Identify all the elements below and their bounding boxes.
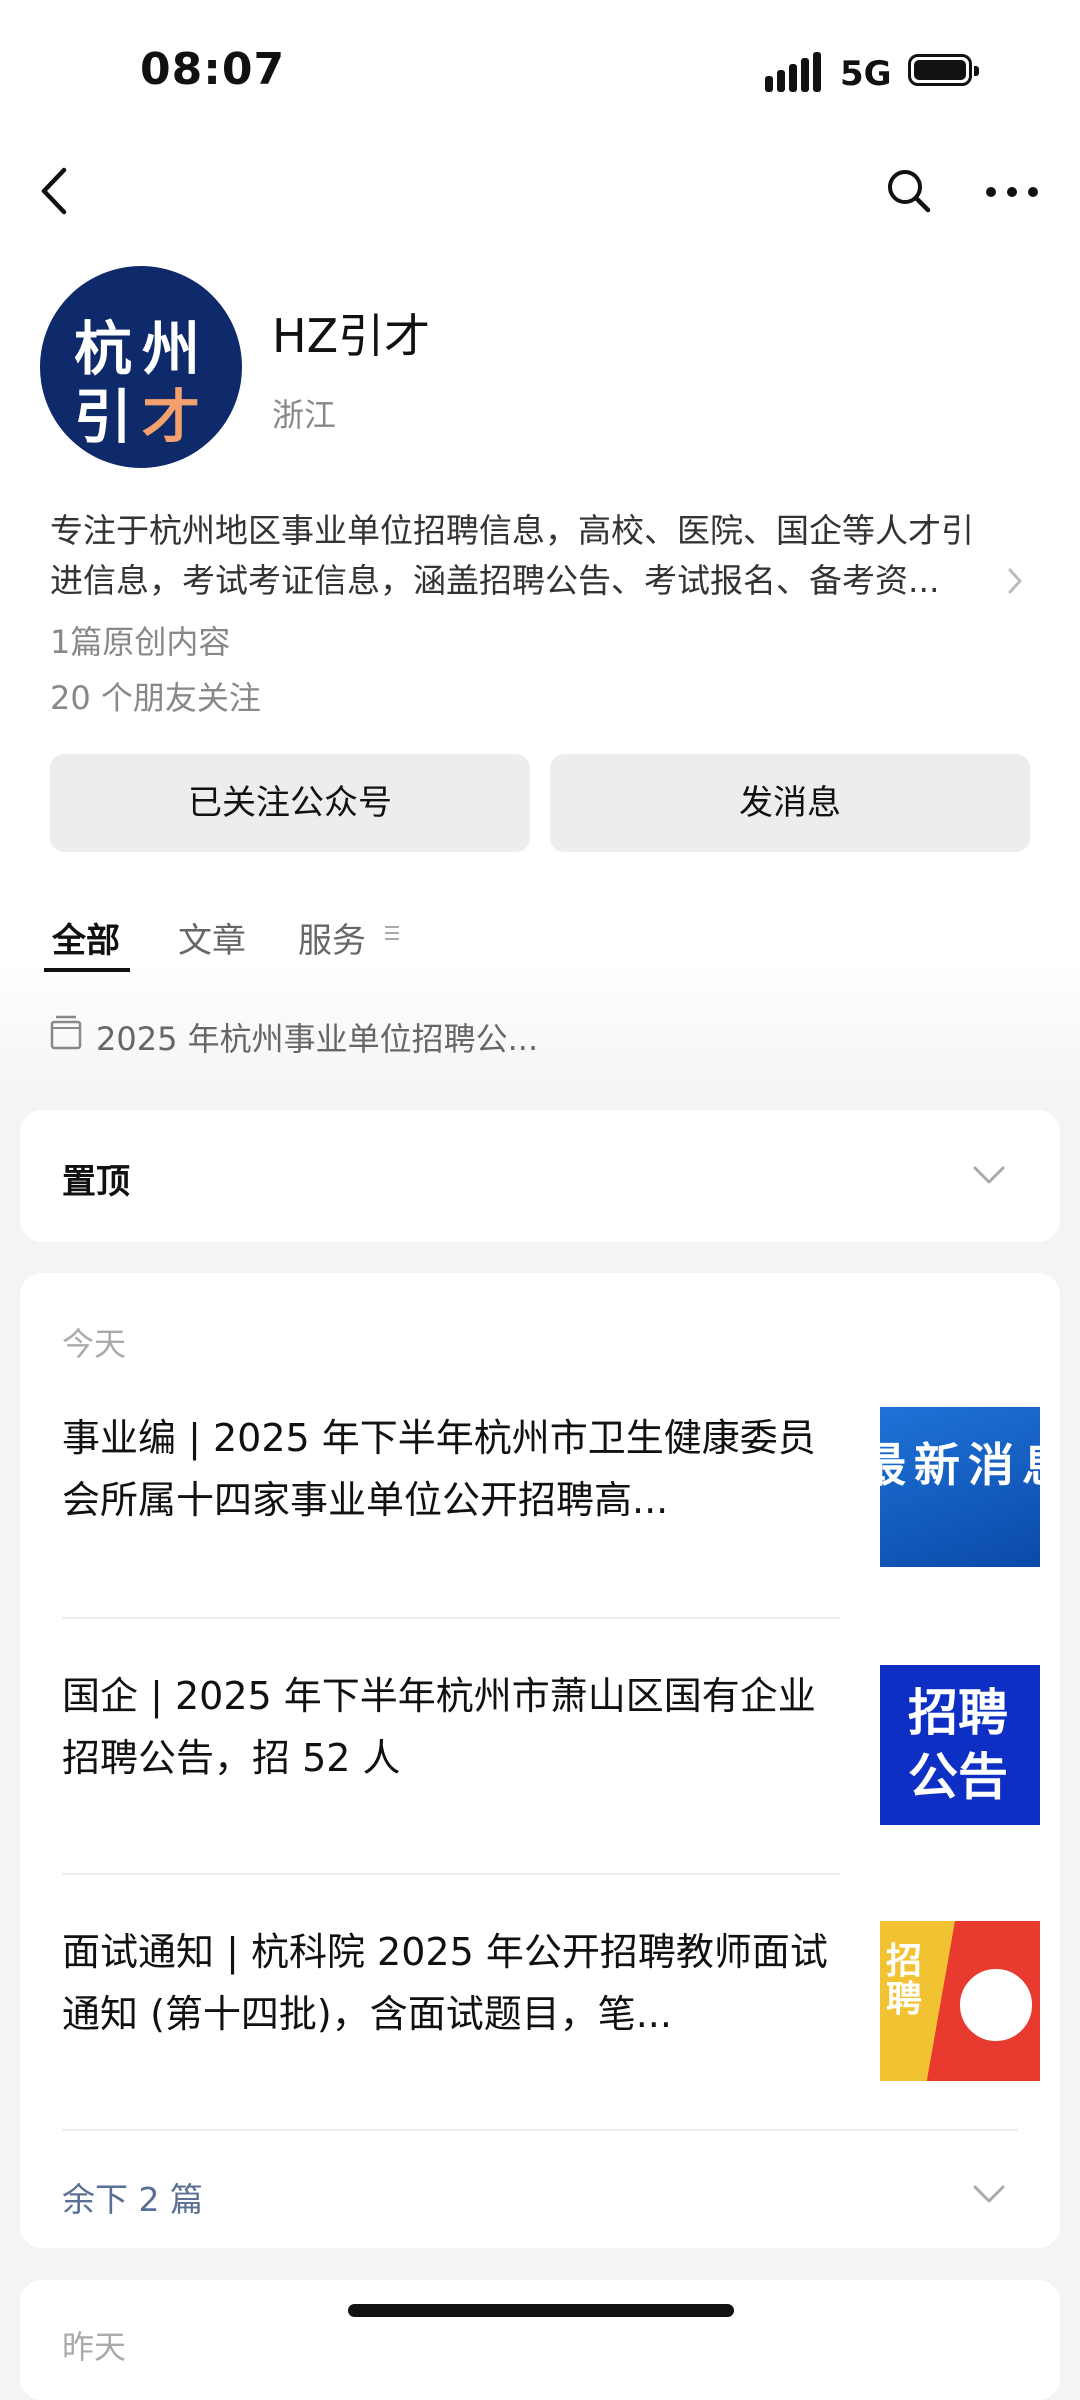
battery-icon <box>908 54 979 86</box>
article-title: 国企 | 2025 年下半年杭州市萧山区国有企业招聘公告，招 52 人 <box>62 1674 816 1780</box>
account-name: HZ引才 <box>272 309 431 363</box>
menu-icon[interactable] <box>384 925 400 945</box>
section-date-label: 今天 <box>62 1325 127 1363</box>
back-icon[interactable] <box>36 166 76 220</box>
today-section: 今天 事业编 | 2025 年下半年杭州市卫生健康委员会所属十四家事业单位公开招… <box>20 1273 1060 2248</box>
article-title: 事业编 | 2025 年下半年杭州市卫生健康委员会所属十四家事业单位公开招聘高.… <box>62 1416 816 1522</box>
article-item[interactable]: 面试通知 | 杭科院 2025 年公开招聘教师面试通知 (第十四批)，含面试题目… <box>62 1921 1040 2081</box>
collection-link[interactable]: 2025 年杭州事业单位招聘公... <box>96 1014 538 1060</box>
article-item[interactable]: 国企 | 2025 年下半年杭州市萧山区国有企业招聘公告，招 52 人 招聘 公… <box>62 1665 1040 1825</box>
network-label: 5G <box>840 54 892 94</box>
avatar[interactable]: 杭州 引才 <box>40 266 242 468</box>
pinned-section[interactable]: 置顶 <box>20 1110 1060 1242</box>
tab-active-underline <box>44 968 130 972</box>
article-thumbnail: 最新消息 <box>880 1407 1040 1567</box>
chevron-down-icon[interactable] <box>972 2183 1006 2209</box>
avatar-text-line2: 引才 <box>74 383 211 451</box>
remaining-articles-link[interactable]: 余下 2 篇 <box>62 2173 203 2221</box>
article-item[interactable]: 事业编 | 2025 年下半年杭州市卫生健康委员会所属十四家事业单位公开招聘高.… <box>62 1407 1040 1567</box>
article-thumbnail: 招聘 <box>880 1921 1040 2081</box>
home-indicator[interactable] <box>348 2304 734 2317</box>
signal-icon <box>765 52 823 92</box>
account-region: 浙江 <box>272 396 337 434</box>
friends-following[interactable]: 20 个朋友关注 <box>50 673 261 719</box>
tab-all[interactable]: 全部 <box>52 913 120 962</box>
divider <box>62 2129 1018 2131</box>
send-message-button[interactable]: 发消息 <box>550 754 1030 852</box>
tab-services[interactable]: 服务 <box>298 913 366 962</box>
search-icon[interactable] <box>884 166 934 220</box>
yesterday-section: 昨天 <box>20 2280 1060 2400</box>
article-thumbnail: 招聘 公告 <box>880 1665 1040 1825</box>
followed-button[interactable]: 已关注公众号 <box>50 754 530 852</box>
original-count: 1篇原创内容 <box>50 623 231 661</box>
divider <box>62 1873 840 1875</box>
chevron-down-icon[interactable] <box>972 1164 1006 1190</box>
divider <box>62 1617 840 1619</box>
collection-icon <box>50 1014 82 1054</box>
more-icon[interactable] <box>984 184 1040 203</box>
article-title: 面试通知 | 杭科院 2025 年公开招聘教师面试通知 (第十四批)，含面试题目… <box>62 1930 828 2036</box>
chevron-right-icon[interactable] <box>1006 566 1024 600</box>
pinned-label: 置顶 <box>62 1162 130 1202</box>
tab-articles[interactable]: 文章 <box>178 913 246 962</box>
section-date-label: 昨天 <box>62 2328 127 2366</box>
account-description[interactable]: 专注于杭州地区事业单位招聘信息，高校、医院、国企等人才引 进信息，考试考证信息，… <box>50 506 1030 606</box>
status-time: 08:07 <box>140 44 286 95</box>
